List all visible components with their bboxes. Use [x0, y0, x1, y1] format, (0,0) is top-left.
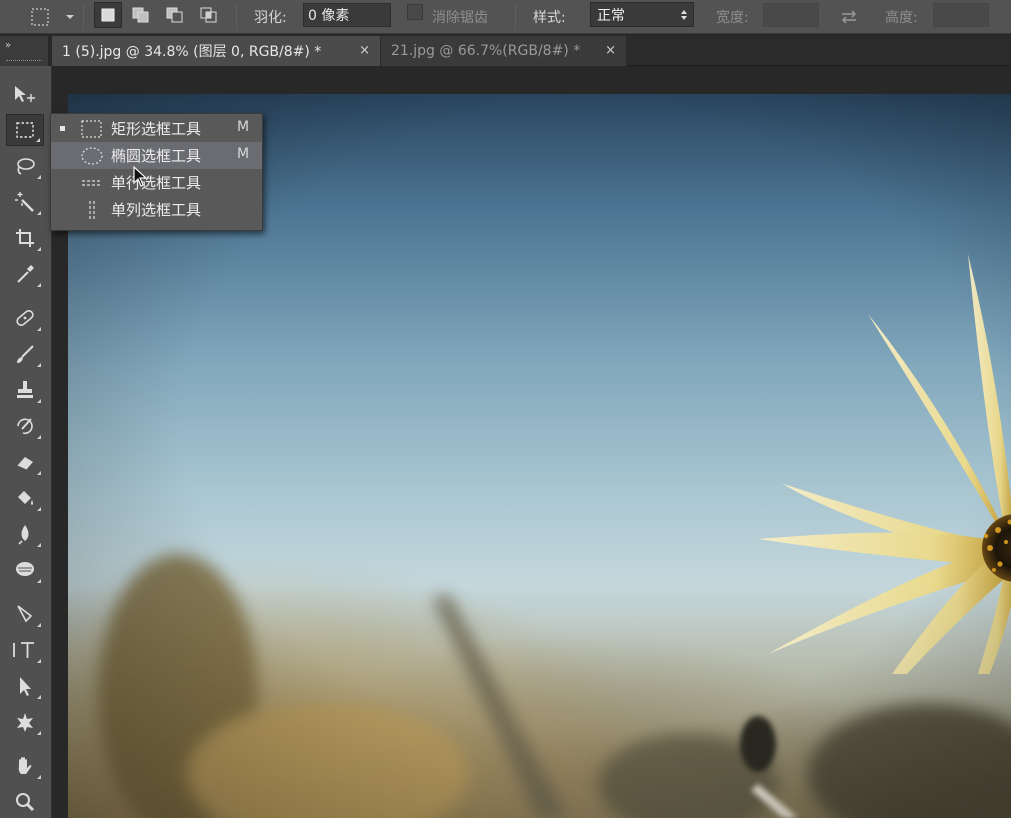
select-arrows-icon: [681, 10, 687, 20]
type-tool[interactable]: [6, 634, 44, 666]
current-tool-indicator: [60, 126, 65, 131]
rect-marquee-tool[interactable]: [6, 114, 44, 146]
ellipse-marquee-icon: [81, 147, 103, 165]
eraser-tool[interactable]: [6, 446, 44, 478]
feather-label: 羽化:: [254, 10, 287, 26]
close-icon[interactable]: ×: [359, 43, 370, 58]
flyout-item-label: 单列选框工具: [111, 201, 202, 219]
eyedropper-tool[interactable]: [6, 258, 44, 290]
style-select-value: 正常: [597, 7, 625, 24]
feather-input[interactable]: 0 像素: [303, 3, 391, 27]
swap-dimensions-button[interactable]: [838, 0, 860, 34]
flyout-item-single-column-marquee[interactable]: 单列选框工具: [51, 196, 262, 223]
flyout-item-label: 单行选框工具: [111, 174, 202, 192]
pen-tool[interactable]: [6, 598, 44, 630]
mouse-cursor-icon: [133, 166, 148, 187]
dodge-tool-icon: [16, 562, 34, 576]
antialias-checkbox[interactable]: [407, 4, 423, 20]
lasso-tool[interactable]: [6, 150, 44, 182]
height-input[interactable]: [933, 3, 989, 27]
move-tool-icon: [15, 86, 35, 102]
tool-preset-picker[interactable]: [28, 0, 76, 34]
brush-tool-icon: [17, 345, 34, 363]
zoom-tool-icon: [16, 793, 35, 812]
path-selection-tool[interactable]: [6, 670, 44, 702]
new-selection-button[interactable]: [94, 2, 122, 28]
tab-label: 1 (5).jpg @ 34.8% (图层 0, RGB/8#) *: [62, 44, 322, 60]
single-column-marquee-icon: [89, 201, 95, 219]
height-label: 高度:: [885, 10, 918, 26]
panel-grip[interactable]: [6, 60, 42, 64]
path-selection-tool-icon: [20, 677, 31, 696]
subtract-selection-icon: [166, 7, 183, 23]
style-select[interactable]: 正常: [590, 2, 694, 27]
zoom-tool[interactable]: [6, 786, 44, 818]
custom-shape-tool-icon: [17, 713, 33, 732]
swap-icon: [841, 10, 857, 24]
flyout-item-shortcut: M: [237, 119, 250, 135]
flyout-item-single-row-marquee[interactable]: 单行选框工具: [51, 169, 262, 196]
flyout-item-label: 矩形选框工具: [111, 120, 202, 138]
rect-marquee-preset-icon: [31, 8, 74, 26]
clone-stamp-tool-icon: [17, 381, 33, 398]
flyout-item-rect-marquee[interactable]: 矩形选框工具 M: [51, 115, 262, 142]
rect-marquee-tool-icon: [16, 122, 34, 138]
hand-tool[interactable]: [6, 750, 44, 782]
healing-brush-tool[interactable]: [6, 302, 44, 334]
tools-panel: [0, 60, 52, 818]
add-to-selection-button[interactable]: [127, 2, 155, 28]
document-tab-bar: 1 (5).jpg @ 34.8% (图层 0, RGB/8#) * × 21.…: [52, 36, 1011, 66]
rect-marquee-icon: [81, 120, 102, 138]
custom-shape-tool[interactable]: [6, 706, 44, 738]
tab-document-1[interactable]: 1 (5).jpg @ 34.8% (图层 0, RGB/8#) * ×: [52, 36, 380, 66]
intersect-selection-icon: [200, 7, 217, 23]
crop-tool[interactable]: [6, 222, 44, 254]
collapse-icon: »: [5, 40, 11, 51]
flyout-item-ellipse-marquee[interactable]: 椭圆选框工具 M: [51, 142, 262, 169]
magic-wand-tool[interactable]: [6, 186, 44, 218]
marquee-tool-flyout: 矩形选框工具 M 椭圆选框工具 M 单行选框工具 单列选框工具: [50, 113, 263, 231]
eyedropper-tool-icon: [17, 265, 34, 283]
eraser-tool-icon: [16, 457, 33, 471]
paint-bucket-tool[interactable]: [6, 482, 44, 514]
history-brush-tool[interactable]: [6, 410, 44, 442]
hand-tool-icon: [18, 757, 32, 774]
blur-tool[interactable]: [6, 518, 44, 550]
tab-label: 21.jpg @ 66.7%(RGB/8#) *: [391, 43, 581, 59]
single-row-marquee-icon: [82, 180, 102, 186]
blur-tool-icon: [18, 525, 29, 545]
intersect-selection-button[interactable]: [195, 2, 223, 28]
close-icon[interactable]: ×: [605, 43, 616, 58]
brush-tool[interactable]: [6, 338, 44, 370]
lasso-tool-icon: [17, 158, 35, 175]
paint-bucket-tool-icon: [18, 491, 33, 505]
magic-wand-tool-icon: [15, 192, 34, 212]
clone-stamp-tool[interactable]: [6, 374, 44, 406]
flyout-item-label: 椭圆选框工具: [111, 147, 202, 165]
dodge-tool[interactable]: [6, 554, 44, 586]
move-tool[interactable]: [6, 78, 44, 110]
flyout-item-shortcut: M: [237, 146, 250, 162]
subtract-selection-button[interactable]: [161, 2, 189, 28]
tab-document-2[interactable]: 21.jpg @ 66.7%(RGB/8#) * ×: [381, 36, 626, 66]
history-brush-tool-icon: [17, 418, 33, 435]
antialias-label: 消除锯齿: [432, 10, 488, 26]
add-selection-icon: [132, 7, 149, 23]
crop-tool-icon: [16, 229, 34, 247]
healing-brush-tool-icon: [16, 309, 34, 327]
options-bar: 羽化: 0 像素 消除锯齿 样式: 正常 宽度: 高度:: [0, 0, 1011, 34]
width-input[interactable]: [763, 3, 819, 27]
style-label: 样式:: [533, 10, 566, 26]
pen-tool-icon: [17, 605, 33, 623]
width-label: 宽度:: [716, 10, 749, 26]
new-selection-icon: [101, 8, 115, 22]
type-tool-icon: [13, 642, 34, 658]
